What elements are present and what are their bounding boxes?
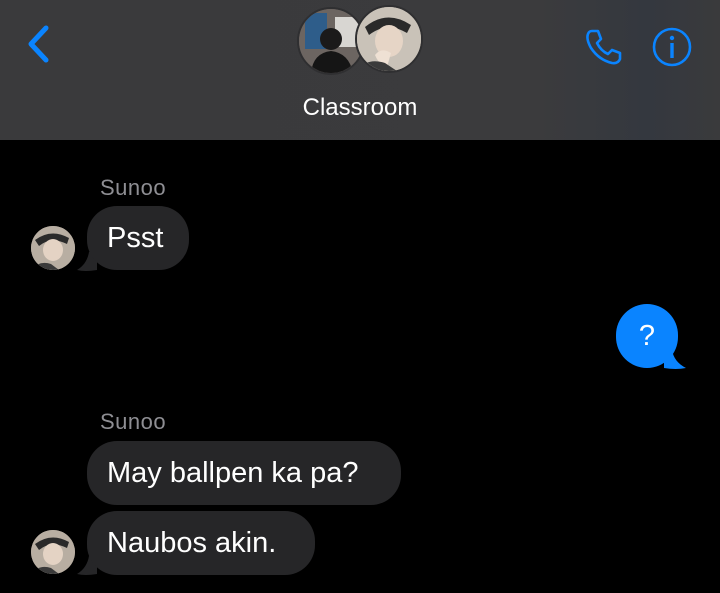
sender-name: Sunoo [100, 175, 167, 200]
sender-name: Sunoo [100, 409, 167, 434]
avatar [31, 226, 75, 270]
group-avatars[interactable] [297, 5, 425, 77]
info-button[interactable] [651, 26, 693, 68]
conversation-title[interactable]: Classroom [0, 94, 720, 122]
chat-header: Classroom [0, 0, 720, 140]
message-bubble[interactable]: May ballpen ka pa? [87, 441, 401, 505]
avatar [355, 5, 423, 73]
info-icon [652, 27, 692, 67]
back-button[interactable] [18, 22, 58, 66]
chevron-left-icon [28, 25, 49, 63]
message-bubble[interactable]: Psst [87, 206, 189, 270]
message-bubble[interactable]: Naubos akin. [87, 511, 315, 575]
avatar [31, 530, 75, 574]
phone-icon [586, 29, 622, 65]
bubble-tail [664, 350, 686, 369]
call-button[interactable] [582, 26, 624, 68]
